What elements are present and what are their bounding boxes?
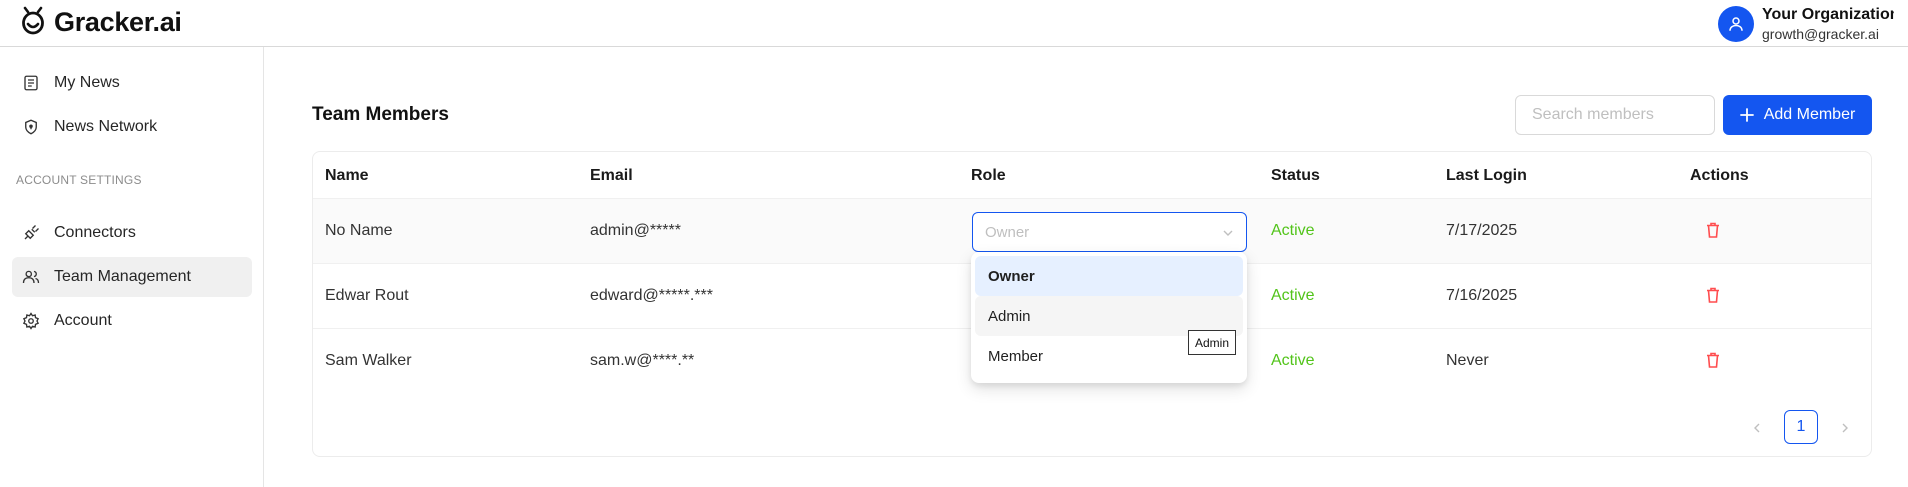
sidebar-item-connectors[interactable]: Connectors <box>12 213 252 253</box>
last-login: Never <box>1446 352 1489 369</box>
sidebar: My News News Network ACCOUNT SETTINGS Co… <box>0 47 264 487</box>
sidebar-item-my-news[interactable]: My News <box>12 63 252 103</box>
member-email: sam.w@****.** <box>590 352 695 369</box>
role-select-value: Owner <box>985 224 1030 241</box>
member-name: Edwar Rout <box>325 287 409 304</box>
brand-logo[interactable]: Gracker.ai <box>20 6 182 38</box>
chevron-down-icon <box>1223 230 1233 236</box>
role-select[interactable]: Owner <box>972 212 1247 252</box>
gear-icon <box>22 312 40 330</box>
add-member-label: Add Member <box>1763 106 1856 123</box>
organization-name: Your Organization <box>1762 6 1894 23</box>
status-badge: Active <box>1271 287 1315 304</box>
sidebar-item-label: My News <box>54 74 120 91</box>
sidebar-item-label: News Network <box>54 118 158 135</box>
member-name: No Name <box>325 222 393 239</box>
sidebar-item-label: Account <box>54 312 112 329</box>
chevron-left-icon[interactable] <box>1751 422 1763 434</box>
column-header-role: Role <box>971 167 1006 184</box>
delete-icon[interactable] <box>1704 351 1722 369</box>
sidebar-item-label: Connectors <box>54 224 136 241</box>
section-label-account-settings: ACCOUNT SETTINGS <box>16 173 142 187</box>
status-badge: Active <box>1271 222 1315 239</box>
gracker-logo-icon <box>22 6 44 35</box>
role-option-owner[interactable]: Owner <box>975 256 1243 296</box>
plus-icon <box>1739 108 1754 122</box>
user-menu[interactable]: Your Organization growth@gracker.ai <box>1718 5 1894 43</box>
sidebar-item-label: Team Management <box>54 268 191 285</box>
sidebar-item-news-network[interactable]: News Network <box>12 107 252 147</box>
user-icon <box>1729 17 1743 31</box>
brand-name: Gracker.ai <box>54 6 182 37</box>
column-header-actions: Actions <box>1690 167 1749 184</box>
column-header-last-login: Last Login <box>1446 167 1527 184</box>
column-header-email: Email <box>590 167 633 184</box>
top-header: Gracker.ai Your Organization growth@grac… <box>0 0 1908 47</box>
news-icon <box>24 75 38 91</box>
last-login: 7/17/2025 <box>1446 222 1518 239</box>
pagination-page[interactable]: 1 <box>1784 410 1818 444</box>
option-tooltip: Admin <box>1188 330 1237 355</box>
column-header-name: Name <box>325 167 369 184</box>
delete-icon[interactable] <box>1704 221 1722 239</box>
plug-icon <box>24 225 39 240</box>
delete-icon[interactable] <box>1704 286 1722 304</box>
page-title: Team Members <box>312 104 449 125</box>
sidebar-item-account[interactable]: Account <box>12 301 252 341</box>
shield-icon <box>25 119 37 135</box>
avatar[interactable] <box>1718 6 1754 42</box>
status-badge: Active <box>1271 352 1315 369</box>
column-header-status: Status <box>1271 167 1320 184</box>
organization-email: growth@gracker.ai <box>1762 26 1879 42</box>
search-input[interactable] <box>1515 95 1715 135</box>
member-email: edward@*****.*** <box>590 287 713 304</box>
users-icon <box>22 270 40 284</box>
member-name: Sam Walker <box>325 352 412 369</box>
role-dropdown: Owner Admin Member <box>971 252 1247 383</box>
last-login: 7/16/2025 <box>1446 287 1518 304</box>
add-member-button[interactable]: Add Member <box>1723 95 1872 135</box>
member-email: admin@***** <box>590 222 681 239</box>
chevron-right-icon[interactable] <box>1839 422 1851 434</box>
sidebar-item-team-management[interactable]: Team Management <box>12 257 252 297</box>
